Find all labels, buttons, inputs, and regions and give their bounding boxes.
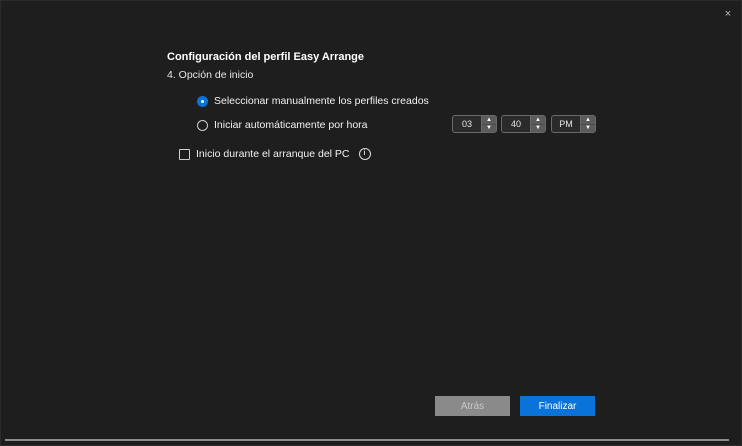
setup-window: × Configuración del perfil Easy Arrange …	[0, 0, 742, 446]
minute-value[interactable]: 40	[502, 116, 530, 132]
startup-checkbox[interactable]	[179, 148, 190, 160]
bottom-scrollbar	[5, 439, 729, 441]
minute-up-arrow-icon[interactable]: ▲	[531, 116, 545, 124]
radio-manual-label: Seleccionar manualmente los perfiles cre…	[214, 95, 429, 107]
radio-button-checked[interactable]	[197, 95, 208, 107]
page-title: Configuración del perfil Easy Arrange	[167, 51, 365, 63]
info-icon[interactable]: i	[358, 148, 371, 160]
hour-down-arrow-icon[interactable]: ▼	[482, 123, 496, 133]
period-spinner[interactable]: PM ▲ ▼	[551, 115, 596, 133]
radio-auto-label: Iniciar automáticamente por hora	[214, 119, 368, 131]
back-button[interactable]: Atrás	[435, 396, 510, 416]
startup-checkbox-row[interactable]: Inicio durante el arranque del PC i	[179, 148, 371, 160]
step-label: 4. Opción de inicio	[167, 69, 254, 81]
startup-label: Inicio durante el arranque del PC	[196, 148, 350, 160]
period-down-arrow-icon[interactable]: ▼	[581, 123, 595, 133]
radio-manual-select[interactable]: Seleccionar manualmente los perfiles cre…	[197, 95, 429, 107]
period-up-arrow-icon[interactable]: ▲	[581, 116, 595, 124]
hour-value[interactable]: 03	[453, 116, 481, 132]
hour-spinner-arrows: ▲ ▼	[481, 116, 496, 132]
radio-button-unchecked[interactable]	[197, 119, 208, 131]
hour-up-arrow-icon[interactable]: ▲	[482, 116, 496, 124]
minute-down-arrow-icon[interactable]: ▼	[531, 123, 545, 133]
minute-spinner[interactable]: 40 ▲ ▼	[501, 115, 546, 133]
minute-spinner-arrows: ▲ ▼	[530, 116, 545, 132]
period-value[interactable]: PM	[552, 116, 580, 132]
radio-auto-time[interactable]: Iniciar automáticamente por hora	[197, 119, 368, 131]
close-icon[interactable]: ×	[721, 7, 735, 21]
hour-spinner[interactable]: 03 ▲ ▼	[452, 115, 497, 133]
finish-button[interactable]: Finalizar	[520, 396, 595, 416]
period-spinner-arrows: ▲ ▼	[580, 116, 595, 132]
